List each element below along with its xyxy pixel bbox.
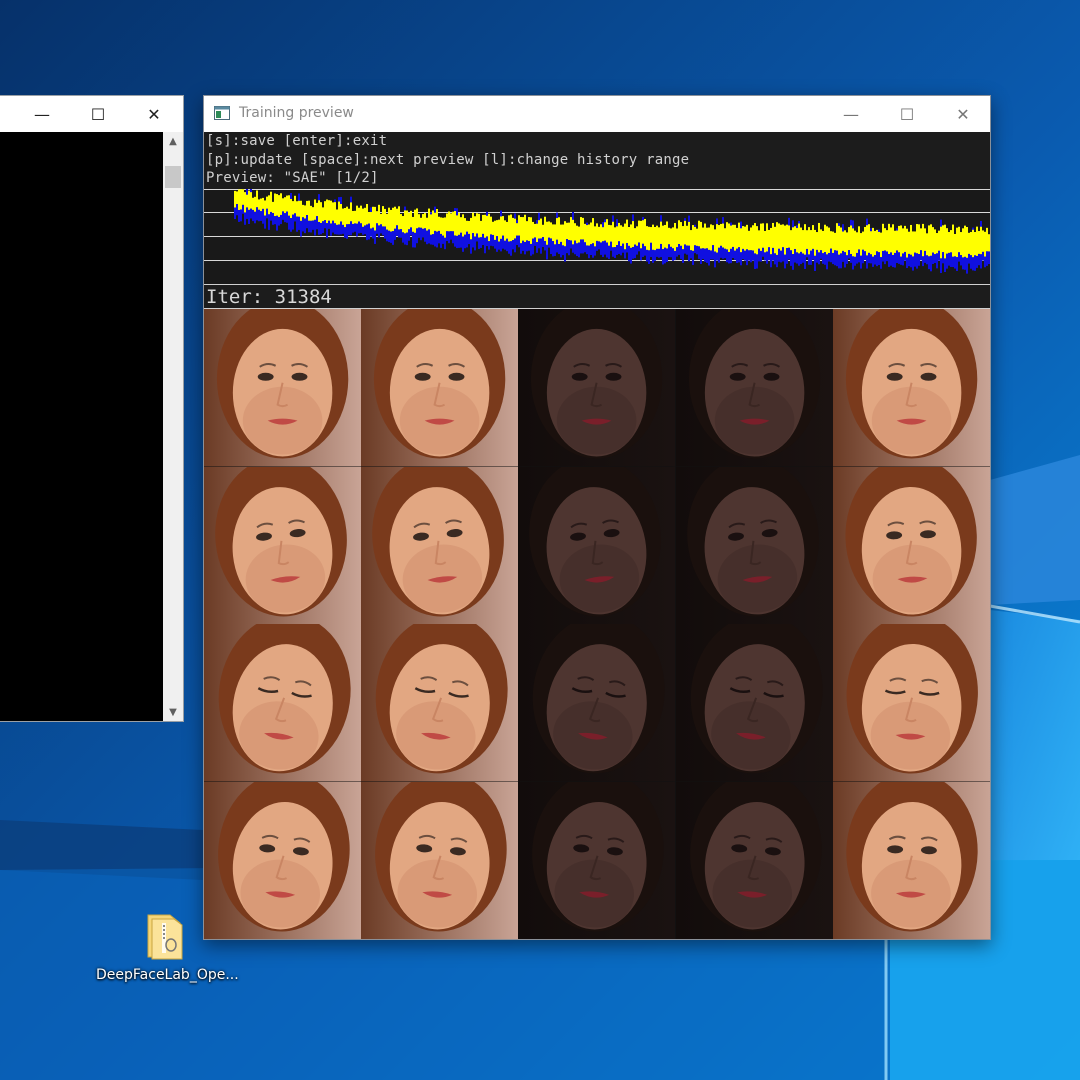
console-minimize-button[interactable]: — [19, 96, 65, 132]
preview-face-src-pred [361, 781, 519, 939]
console-scrollbar[interactable]: ▲ ▼ [163, 132, 183, 721]
console-titlebar[interactable]: — ☐ ✕ [0, 96, 183, 132]
app-window-icon [214, 106, 230, 120]
preview-face-dst-pred [675, 781, 833, 939]
preview-face-swap [832, 309, 990, 467]
close-icon: ✕ [956, 104, 970, 124]
window-title: Training preview [239, 105, 354, 121]
loss-history-graph [204, 189, 990, 284]
minimize-icon: — [843, 104, 859, 124]
console-window[interactable]: — ☐ ✕ ▲ ▼ [0, 95, 184, 722]
scroll-down-icon[interactable]: ▼ [163, 703, 183, 721]
preview-face-src [204, 309, 362, 467]
preview-face-swap [832, 781, 990, 939]
preview-face-grid [204, 309, 990, 939]
desktop-icon-label: DeepFaceLab_Ope... [96, 967, 239, 983]
maximize-icon: ☐ [899, 104, 915, 124]
preview-titlebar[interactable]: Training preview — ☐ ✕ [204, 96, 990, 131]
preview-close-button[interactable]: ✕ [940, 96, 986, 132]
console-close-button[interactable]: ✕ [131, 96, 177, 132]
help-line-preview: Preview: "SAE" [1/2] [206, 170, 379, 186]
preview-face-dst-pred [675, 624, 833, 782]
preview-maximize-button[interactable]: ☐ [884, 96, 930, 132]
desktop-icon-deepfacelab[interactable]: DeepFaceLab_Ope... [96, 905, 239, 995]
console-maximize-button[interactable]: ☐ [75, 96, 121, 132]
preview-face-dst [518, 781, 676, 939]
preview-face-src-pred [361, 309, 519, 467]
preview-face-dst-pred [675, 466, 833, 624]
minimize-icon: — [34, 104, 50, 124]
preview-face-src [204, 466, 362, 624]
help-line-save: [s]:save [enter]:exit [206, 133, 388, 149]
folder-zip-icon [147, 914, 183, 960]
preview-minimize-button[interactable]: — [828, 96, 874, 132]
iteration-counter: Iter: 31384 [206, 286, 332, 308]
preview-face-swap [832, 466, 990, 624]
iteration-bar: Iter: 31384 [204, 284, 990, 309]
console-output[interactable] [0, 132, 163, 721]
preview-face-swap [832, 624, 990, 782]
training-preview-window[interactable]: Training preview — ☐ ✕ [s]:save [enter]:… [203, 95, 991, 940]
help-text: [s]:save [enter]:exit [p]:update [space]… [204, 132, 990, 189]
preview-face-dst [518, 309, 676, 467]
preview-face-dst [518, 466, 676, 624]
scroll-thumb[interactable] [165, 166, 181, 188]
preview-face-src-pred [361, 624, 519, 782]
preview-face-dst-pred [675, 309, 833, 467]
preview-canvas[interactable]: [s]:save [enter]:exit [p]:update [space]… [204, 132, 990, 939]
preview-face-src [204, 624, 362, 782]
close-icon: ✕ [147, 104, 161, 124]
preview-face-dst [518, 624, 676, 782]
preview-face-src-pred [361, 466, 519, 624]
scroll-up-icon[interactable]: ▲ [163, 132, 183, 150]
help-line-update: [p]:update [space]:next preview [l]:chan… [206, 152, 690, 168]
maximize-icon: ☐ [90, 104, 106, 124]
